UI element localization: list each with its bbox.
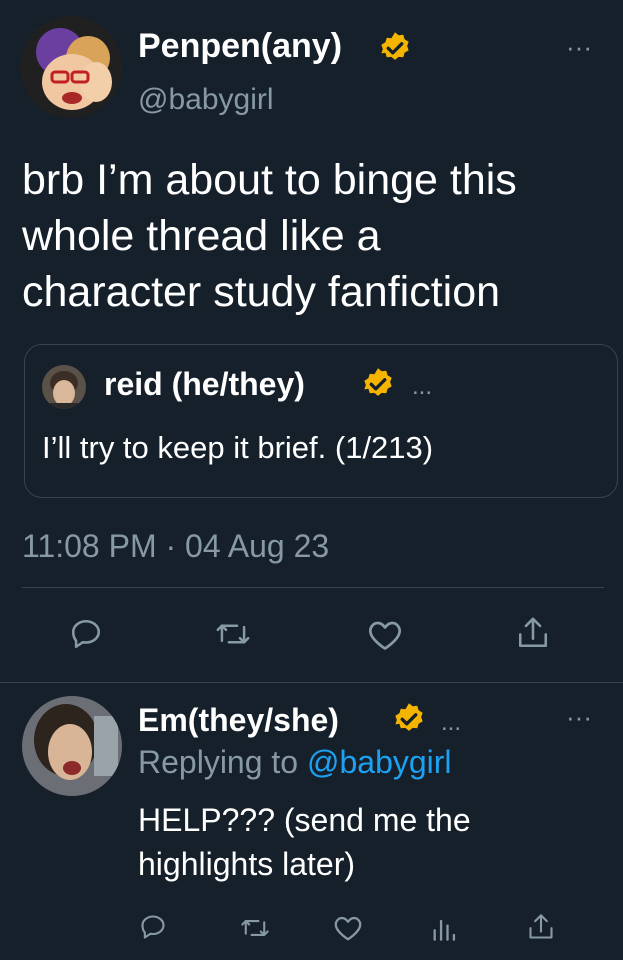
retweet-icon[interactable] — [240, 914, 270, 942]
verified-icon — [377, 30, 413, 71]
main-handle[interactable]: @babygirl — [138, 82, 274, 118]
reply-display-name[interactable]: Em(they/she) — [138, 700, 339, 740]
reply-text: HELP??? (send me the highlights later) — [138, 798, 471, 886]
retweet-icon[interactable] — [215, 617, 251, 651]
reply-icon[interactable] — [139, 913, 167, 941]
share-icon[interactable] — [516, 614, 550, 652]
replying-to-label: Replying to — [138, 744, 299, 780]
quoted-extra: ... — [412, 373, 433, 400]
main-tweet-text-line: character study fanfiction — [22, 268, 501, 316]
like-icon[interactable] — [333, 914, 363, 942]
reply-avatar[interactable] — [22, 696, 122, 796]
main-more-button[interactable]: ··· — [566, 32, 592, 63]
quoted-display-name: reid (he/they) — [104, 366, 305, 402]
quoted-text: I’ll try to keep it brief. (1/213) — [42, 430, 434, 465]
analytics-icon[interactable] — [431, 914, 457, 942]
quoted-avatar — [42, 365, 86, 409]
main-tweet-text-line: whole thread like a — [22, 212, 381, 260]
reply-icon[interactable] — [69, 617, 103, 651]
like-icon[interactable] — [367, 618, 403, 652]
divider — [0, 682, 623, 683]
share-icon[interactable] — [527, 911, 555, 943]
replying-to-handle[interactable]: @babygirl — [307, 744, 452, 780]
reply-more-button[interactable]: ··· — [566, 702, 592, 733]
main-avatar[interactable] — [20, 16, 122, 118]
main-tweet-text: brb I’m about to binge this whole thread… — [22, 152, 617, 320]
verified-icon — [360, 366, 396, 407]
main-display-name[interactable]: Penpen(any) — [138, 26, 342, 66]
reply-text-line: HELP??? (send me the — [138, 802, 471, 838]
replying-to: Replying to @babygirl — [138, 742, 452, 782]
reply-extra: ... — [441, 709, 462, 736]
divider — [22, 587, 604, 588]
reply-text-line: highlights later) — [138, 846, 355, 882]
verified-icon — [391, 701, 427, 742]
main-tweet-text-line: brb I’m about to binge this — [22, 156, 517, 204]
main-timestamp: 11:08 PM · 04 Aug 23 — [22, 528, 330, 564]
